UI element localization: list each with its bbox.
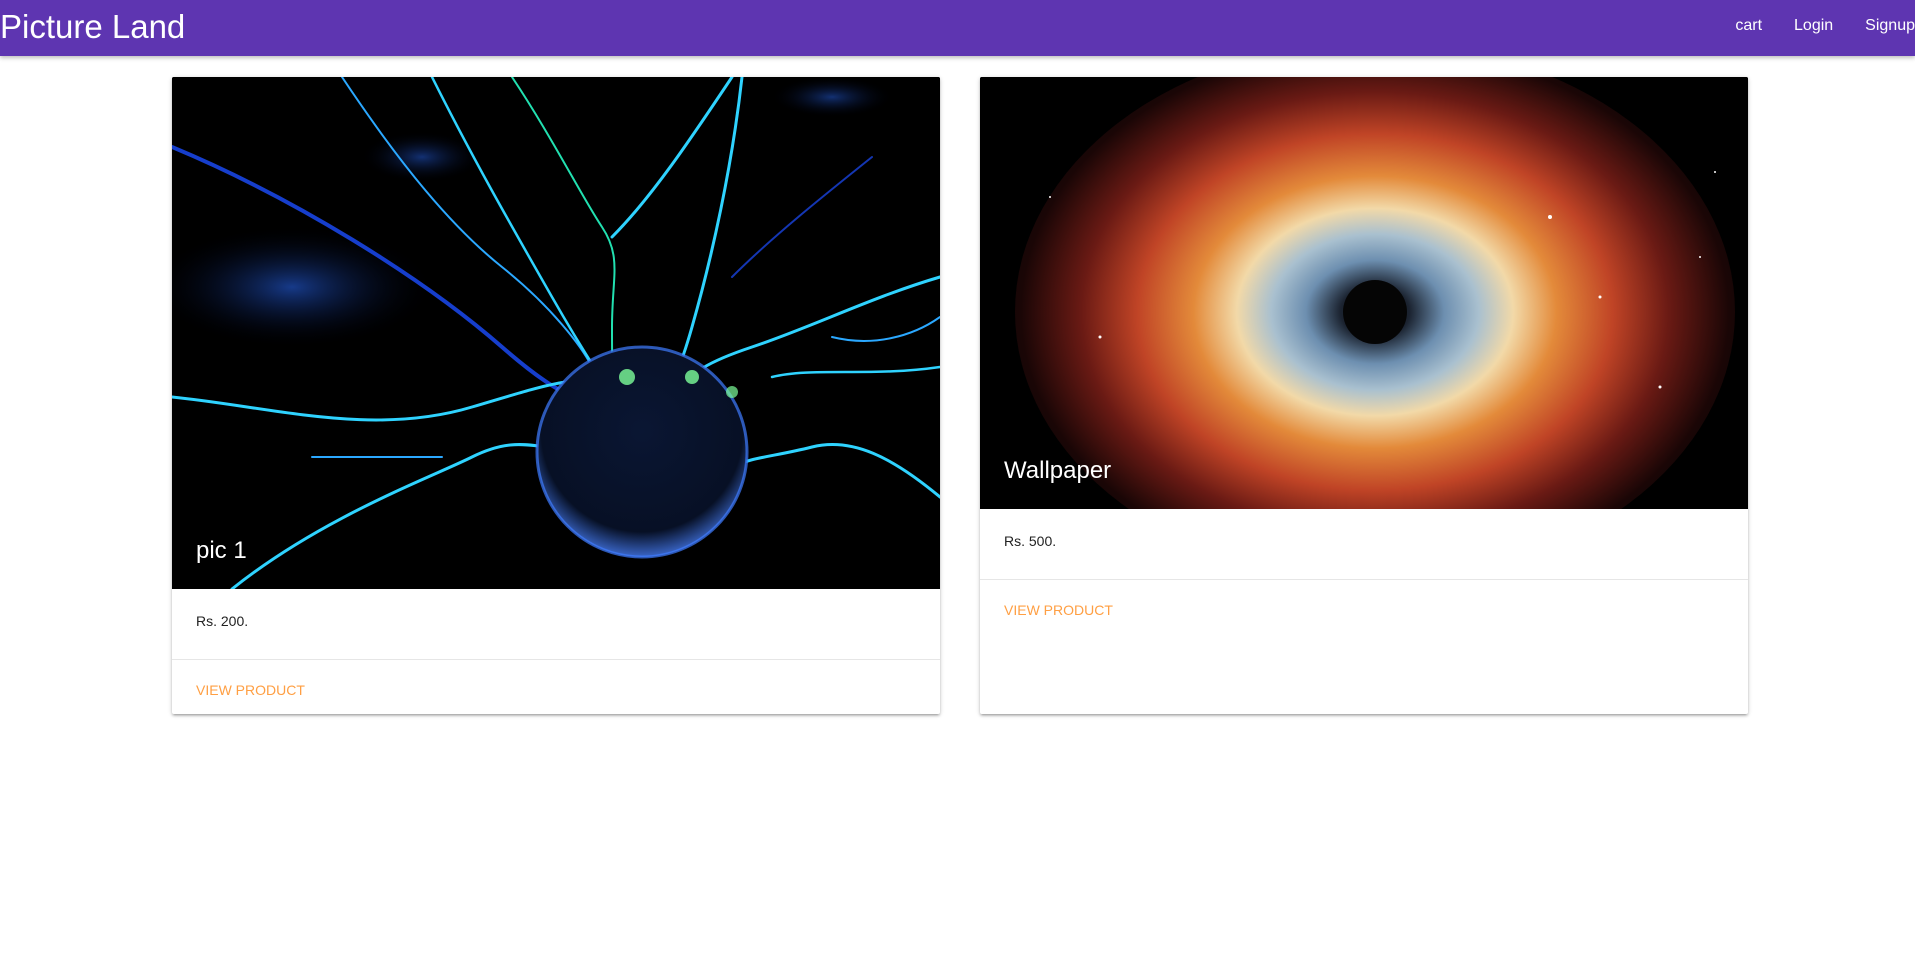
product-title: Wallpaper: [1004, 457, 1112, 484]
plasma-ball-image: [172, 77, 940, 589]
product-title: pic 1: [196, 537, 247, 564]
view-product-link[interactable]: VIEW PRODUCT: [196, 682, 305, 698]
price-text: Rs. 200.: [196, 613, 249, 629]
product-card: Wallpaper Rs. 500. VIEW PRODUCT: [980, 77, 1748, 714]
nav-cart-link[interactable]: cart: [1721, 0, 1780, 56]
product-card: pic 1 Rs. 200. VIEW PRODUCT: [172, 77, 940, 714]
brand-logo-link[interactable]: Picture Land: [0, 5, 185, 49]
product-price: Rs. 200.: [172, 589, 940, 660]
card-action-area: VIEW PRODUCT: [980, 580, 1748, 642]
price-text: Rs. 500.: [1004, 533, 1057, 549]
top-navbar: Picture Land cart Login Signup: [0, 0, 1915, 56]
card-action-area: VIEW PRODUCT: [172, 660, 940, 714]
nav-signup-link[interactable]: Signup: [1849, 0, 1915, 56]
product-image: Wallpaper: [980, 77, 1748, 509]
nav-links: cart Login Signup: [1721, 0, 1915, 56]
nebula-eye-image: [980, 77, 1748, 509]
nav-login-link[interactable]: Login: [1780, 0, 1849, 56]
view-product-link[interactable]: VIEW PRODUCT: [1004, 602, 1113, 618]
product-price: Rs. 500.: [980, 509, 1748, 580]
product-image: pic 1: [172, 77, 940, 589]
